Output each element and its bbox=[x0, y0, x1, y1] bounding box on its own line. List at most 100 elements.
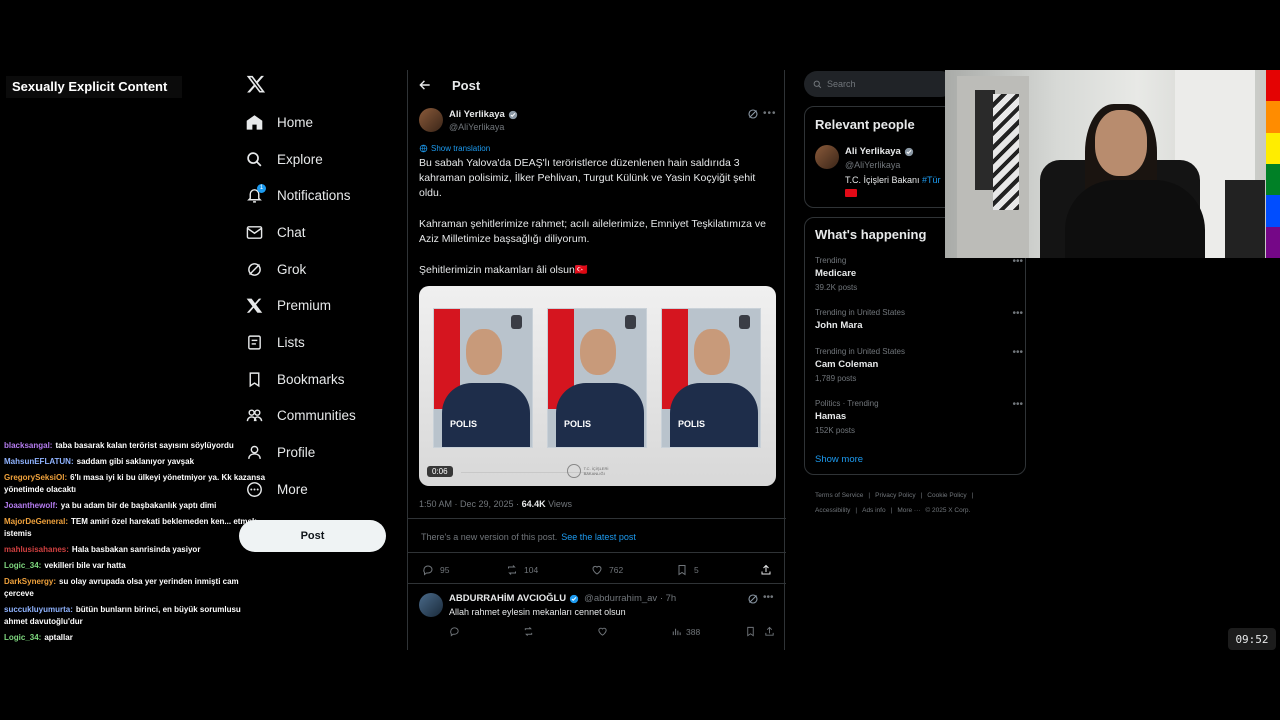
footer-link[interactable]: More ··· bbox=[897, 507, 920, 514]
ministry-logo-text: T.C. İÇİŞLERİ BAKANLIĞI bbox=[583, 466, 609, 476]
nav-bookmarks[interactable]: Bookmarks bbox=[246, 364, 345, 394]
chat-username: GregorySeksiOl: bbox=[4, 473, 68, 482]
reply-author-handle[interactable]: @abdurrahim_av · 7h bbox=[584, 593, 676, 604]
trend-name: Hamas bbox=[815, 411, 847, 422]
footer-link[interactable]: Cookie Policy bbox=[927, 492, 966, 499]
trend-item[interactable]: Trending Medicare 39.2K posts ••• bbox=[815, 256, 1023, 292]
list-icon bbox=[248, 334, 261, 350]
chat-text: taba basarak kalan terörist sayısını söy… bbox=[55, 441, 234, 450]
repost-button[interactable]: 104 bbox=[506, 564, 538, 576]
relevant-person-name[interactable]: Ali Yerlikaya bbox=[845, 146, 914, 157]
trend-name: Cam Coleman bbox=[815, 359, 879, 370]
clock: 09:52 bbox=[1228, 628, 1276, 650]
grok-icon[interactable] bbox=[747, 593, 759, 605]
post-text-paragraph: Şehitlerimizin makamları âli olsun🇹🇷 bbox=[419, 264, 588, 276]
reply-button[interactable]: 95 bbox=[422, 564, 449, 576]
bookmark-button[interactable]: 5 bbox=[676, 564, 699, 576]
like-button[interactable]: 762 bbox=[591, 564, 623, 576]
author-handle[interactable]: @AliYerlikaya bbox=[449, 122, 504, 132]
rainbow-stripe bbox=[1266, 226, 1280, 258]
heart-icon bbox=[592, 565, 602, 575]
turkish-flag-icon bbox=[845, 189, 857, 197]
author-avatar[interactable] bbox=[419, 108, 443, 132]
nav-lists[interactable]: Lists bbox=[246, 327, 305, 357]
more-options-icon[interactable]: ••• bbox=[763, 592, 774, 603]
trend-more-icon[interactable]: ••• bbox=[1012, 308, 1023, 319]
post-video[interactable]: POLIS POLIS POLIS T.C. İÇİŞLERİ BAKANLIĞ… bbox=[419, 286, 776, 486]
trend-item[interactable]: Politics · Trending Hamas 152K posts ••• bbox=[815, 399, 1023, 435]
repost-icon bbox=[508, 565, 516, 575]
post-date[interactable]: 1:50 AM · Dec 29, 2025 · bbox=[419, 499, 522, 509]
trend-context: Trending in United States bbox=[815, 308, 905, 317]
author-name-text: Ali Yerlikaya bbox=[449, 109, 505, 120]
nav-notifications[interactable]: 1 Notifications bbox=[246, 180, 351, 210]
trend-item[interactable]: Trending in United States John Mara ••• bbox=[815, 308, 1023, 331]
back-arrow-icon[interactable] bbox=[418, 78, 432, 92]
polis-label: POLIS bbox=[450, 419, 478, 429]
footer-separator: | bbox=[920, 492, 923, 499]
reply-reply-button[interactable] bbox=[449, 626, 460, 637]
search-input[interactable]: Search bbox=[804, 71, 954, 97]
reply-author-avatar[interactable] bbox=[419, 593, 443, 617]
relevant-person-handle[interactable]: @AliYerlikaya bbox=[845, 160, 900, 170]
webcam-desk-chair bbox=[1225, 180, 1265, 258]
post-metadata: 1:50 AM · Dec 29, 2025 · 64.4K Views bbox=[419, 499, 572, 509]
nav-grok[interactable]: Grok bbox=[246, 254, 306, 284]
x-logo-icon[interactable] bbox=[246, 74, 266, 94]
trend-item[interactable]: Trending in United States Cam Coleman 1,… bbox=[815, 347, 1023, 383]
nav-premium[interactable]: Premium bbox=[246, 290, 331, 320]
chat-username: MajorDeGeneral: bbox=[4, 517, 69, 526]
chat-text: ya bu adam bir de başbakanlık yaptı dimi bbox=[60, 501, 217, 510]
reply-icon bbox=[423, 565, 433, 576]
footer-link[interactable]: Privacy Policy bbox=[875, 492, 915, 499]
relevant-person-avatar[interactable] bbox=[815, 145, 839, 169]
chat-username: Logic_34: bbox=[4, 633, 42, 642]
reply-bookmark-button[interactable] bbox=[745, 626, 756, 637]
rainbow-stripe bbox=[1266, 132, 1280, 164]
chat-message: succukluyumurta: bütün bunların birinci, … bbox=[4, 604, 266, 628]
relevant-person-name-text: Ali Yerlikaya bbox=[845, 146, 901, 157]
grok-icon[interactable] bbox=[747, 108, 759, 120]
reply-views-button[interactable]: 388 bbox=[671, 626, 700, 637]
footer-link[interactable]: Ads info bbox=[862, 507, 886, 514]
trend-more-icon[interactable]: ••• bbox=[1012, 399, 1023, 410]
bio-hashtag[interactable]: #Tür bbox=[922, 175, 941, 185]
more-options-icon[interactable]: ••• bbox=[763, 108, 777, 119]
face bbox=[580, 329, 616, 375]
show-more-link[interactable]: Show more bbox=[815, 454, 863, 465]
reply-like-button[interactable] bbox=[597, 626, 608, 637]
footer-link[interactable]: Accessibility bbox=[815, 507, 850, 514]
footer-separator: | bbox=[868, 492, 871, 499]
chat-username: succukluyumurta: bbox=[4, 605, 73, 614]
repost-count: 104 bbox=[524, 565, 539, 575]
trend-more-icon[interactable]: ••• bbox=[1012, 347, 1023, 358]
reply-repost-button[interactable] bbox=[523, 626, 534, 637]
post-detail-column: Post Ali Yerlikaya @AliYerlikaya ••• Sho… bbox=[407, 70, 786, 650]
chat-message: GregorySeksiOl: 6'lı masa iyi ki bu ülkey… bbox=[4, 472, 266, 496]
show-translation-link[interactable]: Show translation bbox=[419, 144, 490, 153]
new-version-notice: There's a new version of this post. See t… bbox=[421, 532, 636, 542]
nav-chat[interactable]: Chat bbox=[246, 217, 306, 247]
nav-notifications-label: Notifications bbox=[277, 187, 351, 203]
post-button[interactable]: Post bbox=[239, 520, 386, 552]
reply-share-button[interactable] bbox=[764, 626, 775, 637]
police-emblem-icon bbox=[739, 315, 750, 329]
relevant-person-bio-text: T.C. İçişleri Bakanı bbox=[845, 175, 923, 185]
rainbow-stripe bbox=[1266, 163, 1280, 196]
nav-communities[interactable]: Communities bbox=[246, 400, 356, 430]
rainbow-stripe bbox=[1266, 70, 1280, 102]
page-title: Post bbox=[452, 77, 481, 93]
nav-home[interactable]: Home bbox=[246, 107, 313, 137]
author-name[interactable]: Ali Yerlikaya bbox=[449, 109, 518, 120]
nav-explore[interactable]: Explore bbox=[246, 144, 323, 174]
reply-view-count: 388 bbox=[686, 626, 701, 637]
heart-icon bbox=[598, 627, 607, 636]
post-header: Post bbox=[408, 70, 786, 100]
reply-author-name[interactable]: ABDURRAHİM AVCIOĞLU @abdurrahim_av · 7h bbox=[449, 593, 676, 604]
nav-communities-label: Communities bbox=[277, 407, 356, 423]
nav-chat-label: Chat bbox=[277, 224, 306, 240]
share-button[interactable] bbox=[760, 564, 772, 576]
rainbow-stripe bbox=[1266, 195, 1280, 227]
see-latest-post-link[interactable]: See the latest post bbox=[561, 532, 636, 542]
footer-link[interactable]: Terms of Service bbox=[815, 492, 863, 499]
